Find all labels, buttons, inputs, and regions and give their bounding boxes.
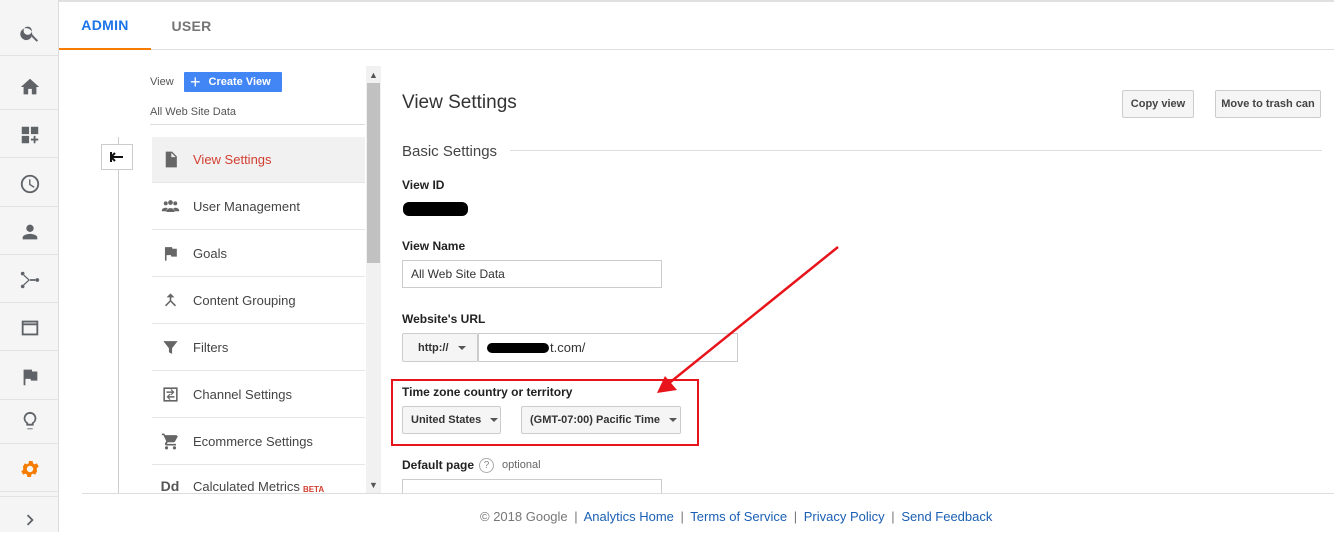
flag-icon — [23, 369, 37, 385]
filter-icon — [160, 338, 180, 358]
merge-icon — [160, 291, 180, 311]
analytics-home-link[interactable]: Analytics Home — [584, 509, 674, 524]
nav-divider — [150, 124, 365, 125]
optional-hint: optional — [502, 459, 541, 471]
website-url-label: Website's URL — [402, 312, 486, 326]
view-selector[interactable]: All Web Site Data — [150, 106, 236, 118]
admin-rail-button[interactable] — [0, 446, 59, 492]
audience-rail-button[interactable] — [0, 209, 59, 255]
nav-item-label: View Settings — [193, 152, 272, 167]
default-page-field[interactable] — [402, 479, 662, 493]
nav-item-label: Calculated Metrics — [193, 479, 300, 494]
dashboard-add-icon — [21, 126, 38, 143]
scroll-up-icon[interactable]: ▲ — [366, 67, 381, 83]
protocol-select[interactable]: http:// — [402, 333, 478, 362]
footer-separator: | — [680, 509, 684, 524]
send-feedback-link[interactable]: Send Feedback — [901, 509, 992, 524]
left-rail — [0, 0, 59, 532]
person-icon — [22, 224, 37, 239]
copyright: © 2018 Google — [480, 509, 568, 524]
lightbulb-icon — [23, 411, 36, 429]
page-title: View Settings — [402, 92, 517, 113]
tab-admin[interactable]: ADMIN — [59, 2, 151, 50]
realtime-rail-button[interactable] — [0, 161, 59, 207]
redacted-url — [487, 342, 549, 353]
protocol-value: http:// — [418, 341, 449, 354]
view-id-label: View ID — [402, 178, 445, 192]
copy-view-button[interactable]: Copy view — [1122, 90, 1194, 118]
annotation-highlight-box — [391, 379, 699, 446]
create-view-button[interactable]: + Create View — [184, 72, 282, 92]
default-page-label: Default page — [402, 458, 475, 472]
tab-user[interactable]: USER — [151, 2, 232, 50]
nav-item-label: Channel Settings — [193, 387, 293, 402]
clock-icon — [20, 174, 39, 193]
back-arrow-icon — [110, 152, 123, 162]
footer: © 2018 Google | Analytics Home | Terms o… — [480, 509, 992, 524]
basic-settings-heading: Basic Settings — [402, 143, 498, 160]
footer-separator: | — [793, 509, 798, 524]
gear-icon — [20, 460, 39, 477]
website-url-field[interactable]: t.com/ — [478, 333, 738, 362]
nav-item-label: Ecommerce Settings — [193, 434, 313, 449]
discover-rail-button[interactable] — [0, 398, 59, 444]
scroll-down-icon[interactable]: ▼ — [366, 477, 381, 493]
expand-rail-button[interactable] — [0, 496, 59, 542]
move-to-trash-button[interactable]: Move to trash can — [1215, 90, 1321, 118]
section-divider — [510, 150, 1322, 151]
top-tab-bar: ADMIN USER — [59, 0, 1334, 50]
nav-item-goals[interactable]: Goals — [152, 231, 365, 277]
browser-icon — [21, 320, 38, 335]
cart-icon — [160, 432, 180, 452]
view-name-field[interactable]: All Web Site Data — [402, 260, 662, 288]
nav-item-view-settings[interactable]: View Settings — [152, 137, 365, 183]
channel-icon — [160, 385, 180, 405]
nav-item-label: Filters — [193, 340, 229, 355]
view-column-label: View — [150, 76, 174, 88]
nav-item-content-grouping[interactable]: Content Grouping — [152, 278, 365, 324]
nav-item-label: User Management — [193, 199, 300, 214]
home-rail-button[interactable] — [0, 64, 59, 110]
view-name-label: View Name — [402, 239, 466, 253]
nav-item-filters[interactable]: Filters — [152, 325, 365, 371]
search-icon — [19, 26, 38, 42]
help-icon[interactable]: ? — [479, 458, 494, 473]
terms-of-service-link[interactable]: Terms of Service — [690, 509, 787, 524]
acquisition-icon — [20, 271, 39, 288]
create-view-label: Create View — [208, 76, 271, 88]
nav-item-user-management[interactable]: User Management — [152, 184, 365, 230]
nav-item-ecommerce-settings[interactable]: Ecommerce Settings — [152, 419, 365, 465]
redacted-view-id — [403, 202, 468, 216]
home-icon — [20, 78, 39, 94]
chevron-right-icon — [26, 514, 34, 525]
acquisition-rail-button[interactable] — [0, 257, 59, 303]
flag-icon — [160, 244, 180, 264]
customization-rail-button[interactable] — [0, 112, 59, 158]
nav-item-label: Goals — [193, 246, 227, 261]
chevron-down-icon — [457, 345, 466, 350]
people-icon — [160, 197, 180, 217]
back-button[interactable] — [101, 144, 133, 170]
behavior-rail-button[interactable] — [0, 305, 59, 351]
nav-item-label: Content Grouping — [193, 293, 296, 308]
footer-divider — [82, 493, 1334, 494]
document-icon — [160, 150, 180, 170]
tree-line — [118, 137, 119, 494]
nav-item-calculated-metrics[interactable]: Dd Calculated Metrics BETA — [152, 466, 365, 494]
search-rail-button[interactable] — [0, 10, 59, 56]
dd-icon: Dd — [160, 478, 180, 494]
nav-scrollbar-thumb[interactable] — [367, 83, 380, 263]
url-suffix: t.com/ — [550, 340, 586, 355]
footer-separator: | — [891, 509, 895, 524]
nav-item-channel-settings[interactable]: Channel Settings — [152, 372, 365, 418]
privacy-policy-link[interactable]: Privacy Policy — [804, 509, 885, 524]
footer-separator: | — [574, 509, 578, 524]
plus-icon: + — [190, 72, 201, 92]
conversions-rail-button[interactable] — [0, 354, 59, 400]
